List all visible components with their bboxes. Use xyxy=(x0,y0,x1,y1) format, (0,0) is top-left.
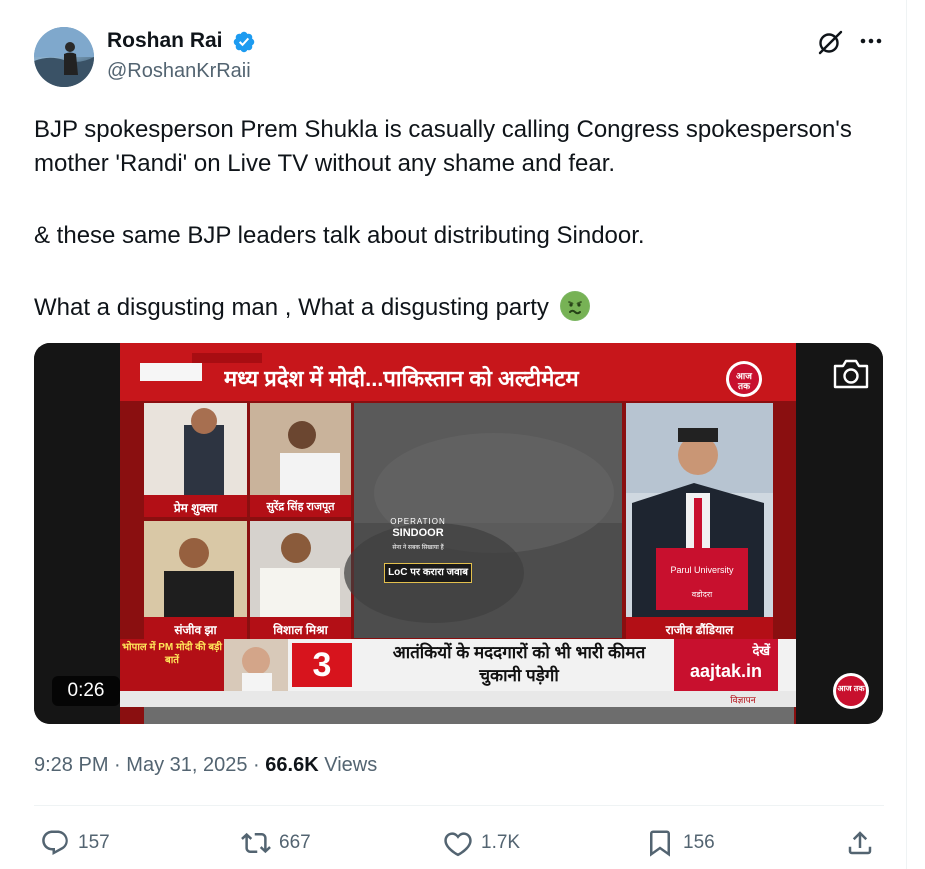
channel-logo-top: आज तक xyxy=(736,371,752,391)
ad-label: विज्ञापन xyxy=(730,695,756,705)
tweet-date[interactable]: May 31, 2025 xyxy=(126,754,247,776)
heart-icon xyxy=(444,832,472,857)
avatar-photo xyxy=(34,27,94,87)
tweet-paragraph-3: What a disgusting man , What a disgustin… xyxy=(34,291,884,325)
more-options-icon[interactable] xyxy=(857,34,885,48)
tweet-text: BJP spokesperson Prem Shukla is casually… xyxy=(34,113,884,325)
share-icon xyxy=(848,831,872,855)
author-handle[interactable]: @RoshanKrRaii xyxy=(107,60,251,83)
timeline-border xyxy=(906,0,907,869)
panelist-name-1: प्रेम शुक्ला xyxy=(173,501,218,515)
panelist-name-3: संजीव झा xyxy=(174,623,217,637)
panelist-name-4: विशाल मिश्रा xyxy=(273,623,328,637)
website-label: aajtak.in xyxy=(689,661,763,681)
author-avatar[interactable] xyxy=(34,27,94,87)
camera-icon[interactable] xyxy=(831,357,871,391)
reply-button[interactable]: 157 xyxy=(40,826,110,860)
tweet-time[interactable]: 9:28 PM xyxy=(34,754,108,776)
repost-count: 667 xyxy=(279,832,311,853)
share-button[interactable] xyxy=(845,826,883,860)
panelist-name-2: सुरेंद्र सिंह राजपूत xyxy=(266,501,335,513)
grok-icon[interactable] xyxy=(816,28,844,56)
podium-brand: Parul University xyxy=(670,565,734,575)
video-player[interactable]: मध्य प्रदेश में मोदी...पाकिस्तान को अल्ट… xyxy=(34,343,883,724)
video-headline: मध्य प्रदेश में मोदी...पाकिस्तान को अल्ट… xyxy=(224,366,579,391)
meta-separator: · xyxy=(253,754,260,776)
action-divider xyxy=(34,805,884,806)
tweet-paragraph-2: & these same BJP leaders talk about dist… xyxy=(34,222,645,249)
podium-sub: वडोदरा xyxy=(691,590,713,599)
bookmark-icon xyxy=(650,830,670,857)
repost-icon xyxy=(241,832,271,854)
ticker-number: 3 xyxy=(312,646,332,684)
anchor-name: राजीव ढौंडियाल xyxy=(665,623,734,637)
like-count: 1.7K xyxy=(481,832,521,853)
operation-name: SINDOOR xyxy=(392,527,444,539)
like-button[interactable]: 1.7K xyxy=(443,826,520,860)
ticker-text: आतंकियों के मददगारों को भी भारी कीमत चुक… xyxy=(392,643,646,685)
reply-count: 157 xyxy=(78,832,110,853)
loc-label: LoC पर करारा जवाब xyxy=(384,563,472,583)
bookmark-count: 156 xyxy=(683,832,715,853)
author-name[interactable]: Roshan Rai xyxy=(107,29,223,53)
ticker-left: भोपाल में PM मोदी की बड़ी बातें xyxy=(122,642,222,666)
verified-badge-icon[interactable] xyxy=(232,30,256,54)
website-label-top: देखें xyxy=(752,643,770,658)
views-label: Views xyxy=(324,754,378,776)
tweet-meta: 9:28 PM · May 31, 2025 · 66.6K Views xyxy=(34,754,377,777)
views-count: 66.6K xyxy=(265,754,319,776)
bookmark-button[interactable]: 156 xyxy=(645,826,715,860)
video-duration-badge: 0:26 xyxy=(52,676,120,706)
channel-logo-watermark: आज तक xyxy=(837,684,865,693)
nauseated-face-emoji-icon xyxy=(559,291,590,321)
operation-label: OPERATION xyxy=(390,517,446,526)
tweet-paragraph-1: BJP spokesperson Prem Shukla is casually… xyxy=(34,116,852,177)
operation-sub: सेना ने सबक सिखाया हैं xyxy=(392,545,444,551)
repost-button[interactable]: 667 xyxy=(241,826,311,860)
reply-icon xyxy=(42,830,68,855)
meta-separator: · xyxy=(114,754,121,776)
